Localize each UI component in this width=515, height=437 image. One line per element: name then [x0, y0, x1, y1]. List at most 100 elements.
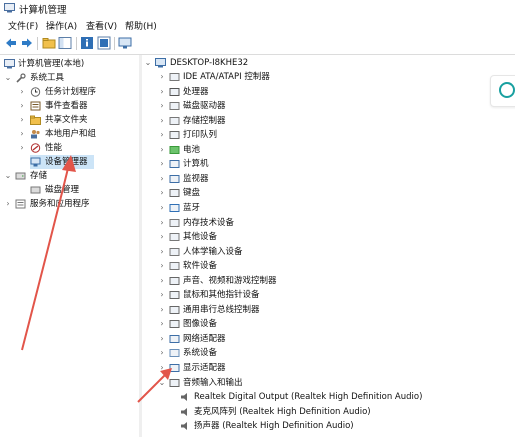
- device-category-row[interactable]: › 软件设备: [142, 259, 442, 273]
- forward-arrow-icon[interactable]: [20, 36, 34, 50]
- device-category-row[interactable]: › 键盘: [142, 186, 442, 200]
- device-category-row[interactable]: › 内存技术设备: [142, 216, 442, 230]
- device-category-label: 人体学输入设备: [183, 246, 243, 257]
- device-category-label: 显示适配器: [183, 363, 226, 373]
- chevron-down-icon[interactable]: ⌄: [4, 71, 12, 85]
- device-category-label: 键盘: [183, 188, 201, 199]
- chevron-right-icon[interactable]: ›: [158, 128, 166, 142]
- device-category-row[interactable]: › 通用串行总线控制器: [142, 303, 442, 317]
- tree-item-performance[interactable]: › 性能: [0, 141, 139, 155]
- help-icon[interactable]: [97, 36, 111, 50]
- navigation-tree: 计算机管理(本地) ⌄ 系统工具 › 任务计划程序 › 事件查看器 › 共享文件…: [0, 55, 140, 437]
- up-folder-icon[interactable]: [42, 36, 56, 50]
- menu-action[interactable]: 操作(A): [46, 19, 77, 32]
- chevron-right-icon[interactable]: ›: [18, 113, 26, 127]
- device-category-label: 鼠标和其他指针设备: [183, 290, 260, 301]
- chevron-right-icon[interactable]: ›: [158, 99, 166, 113]
- chevron-right-icon[interactable]: ›: [158, 346, 166, 360]
- chevron-right-icon[interactable]: ›: [158, 303, 166, 317]
- device-category-row[interactable]: › 处理器: [142, 85, 442, 99]
- chevron-right-icon[interactable]: ›: [158, 274, 166, 288]
- device-category-row[interactable]: › 其他设备: [142, 230, 442, 244]
- tree-item-system-tools[interactable]: ⌄ 系统工具: [0, 71, 139, 85]
- device-root[interactable]: ⌄ DESKTOP-I8KHE32: [142, 56, 342, 70]
- audio-device-row[interactable]: 扬声器 (Realtek High Definition Audio): [142, 419, 482, 433]
- device-category-row[interactable]: › 蓝牙: [142, 201, 442, 215]
- chevron-down-icon[interactable]: ⌄: [4, 169, 12, 183]
- chevron-right-icon[interactable]: ›: [158, 259, 166, 273]
- menu-file[interactable]: 文件(F): [8, 19, 38, 32]
- device-category-row[interactable]: › 磁盘驱动器: [142, 99, 442, 113]
- device-category-row[interactable]: › 图像设备: [142, 317, 442, 331]
- device-category-row[interactable]: › 系统设备: [142, 346, 442, 360]
- tree-item-root[interactable]: 计算机管理(本地): [0, 57, 139, 71]
- device-category-row[interactable]: › 声音、视频和游戏控制器: [142, 274, 442, 288]
- chevron-right-icon[interactable]: ›: [158, 216, 166, 230]
- audio-device-row[interactable]: Realtek Digital Output (Realtek High Def…: [142, 390, 482, 404]
- back-arrow-icon[interactable]: [4, 36, 18, 50]
- tree-item-storage[interactable]: ⌄ 存储: [0, 169, 139, 183]
- chevron-down-icon[interactable]: ⌄: [158, 376, 166, 390]
- chevron-right-icon[interactable]: ›: [158, 186, 166, 200]
- chevron-right-icon[interactable]: ›: [158, 332, 166, 346]
- computer-icon: [155, 58, 166, 68]
- device-category-row[interactable]: ⌄ 音频输入和输出: [142, 376, 442, 390]
- other-device-icon: [169, 233, 180, 242]
- menu-help[interactable]: 帮助(H): [125, 19, 157, 32]
- device-category-row[interactable]: › IDE ATA/ATAPI 控制器: [142, 70, 442, 84]
- device-category-row[interactable]: › 存储控制器: [142, 114, 442, 128]
- show-hide-tree-icon[interactable]: [58, 36, 72, 50]
- device-category-row[interactable]: › 网络适配器: [142, 332, 442, 346]
- device-category-row[interactable]: › 计算机: [142, 157, 442, 171]
- chevron-right-icon[interactable]: ›: [18, 85, 26, 99]
- bluetooth-icon: [169, 203, 180, 212]
- tree-label: 任务计划程序: [45, 87, 97, 97]
- chevron-right-icon[interactable]: ›: [158, 172, 166, 186]
- chevron-right-icon[interactable]: ›: [158, 143, 166, 157]
- tree-item-local-users[interactable]: › 本地用户和组: [0, 127, 139, 141]
- tree-label: 设备管理器: [45, 157, 88, 167]
- users-icon: [31, 130, 40, 139]
- device-category-row[interactable]: › 监视器: [142, 172, 442, 186]
- floating-side-card[interactable]: [490, 75, 515, 107]
- tree-item-services[interactable]: › 服务和应用程序: [0, 197, 139, 211]
- chevron-right-icon[interactable]: ›: [158, 201, 166, 215]
- menu-view[interactable]: 查看(V): [86, 19, 117, 32]
- properties-icon[interactable]: [80, 36, 94, 50]
- tree-item-task-scheduler[interactable]: › 任务计划程序: [0, 85, 139, 99]
- chevron-right-icon[interactable]: ›: [158, 361, 166, 375]
- tree-label: 磁盘管理: [45, 185, 80, 195]
- tree-item-disk-management[interactable]: 磁盘管理: [0, 183, 139, 197]
- chevron-right-icon[interactable]: ›: [158, 157, 166, 171]
- chevron-right-icon[interactable]: ›: [158, 85, 166, 99]
- device-category-row[interactable]: › 显示适配器: [142, 361, 442, 375]
- tree-label: 共享文件夹: [45, 115, 88, 125]
- shared-folder-icon: [30, 115, 41, 125]
- tree-label: 本地用户和组: [45, 129, 97, 139]
- chevron-right-icon[interactable]: ›: [158, 317, 166, 331]
- chevron-right-icon[interactable]: ›: [158, 288, 166, 302]
- tree-label: 计算机管理(本地): [18, 59, 85, 69]
- chevron-right-icon[interactable]: ›: [18, 141, 26, 155]
- chevron-right-icon[interactable]: ›: [158, 70, 166, 84]
- device-category-row[interactable]: › 电池: [142, 143, 442, 157]
- storage-controller-icon: [169, 116, 180, 125]
- chevron-right-icon[interactable]: ›: [18, 127, 26, 141]
- chevron-right-icon[interactable]: ›: [158, 245, 166, 259]
- chevron-right-icon[interactable]: ›: [4, 197, 12, 211]
- chevron-right-icon[interactable]: ›: [158, 230, 166, 244]
- device-category-row[interactable]: › 打印队列: [142, 128, 442, 142]
- audio-device-row[interactable]: 麦克风阵列 (Realtek High Definition Audio): [142, 405, 482, 419]
- tree-item-event-viewer[interactable]: › 事件查看器: [0, 99, 139, 113]
- device-category-label: 其他设备: [183, 232, 218, 243]
- tree-item-shared-folders[interactable]: › 共享文件夹: [0, 113, 139, 127]
- tree-item-device-manager[interactable]: 设备管理器: [30, 155, 94, 169]
- monitor-icon: [169, 174, 180, 183]
- device-category-row[interactable]: › 鼠标和其他指针设备: [142, 288, 442, 302]
- chevron-down-icon[interactable]: ⌄: [144, 56, 152, 70]
- monitor-icon[interactable]: [118, 36, 132, 50]
- chevron-right-icon[interactable]: ›: [18, 99, 26, 113]
- keyboard-icon: [169, 189, 180, 198]
- chevron-right-icon[interactable]: ›: [158, 114, 166, 128]
- device-category-row[interactable]: › 人体学输入设备: [142, 245, 442, 259]
